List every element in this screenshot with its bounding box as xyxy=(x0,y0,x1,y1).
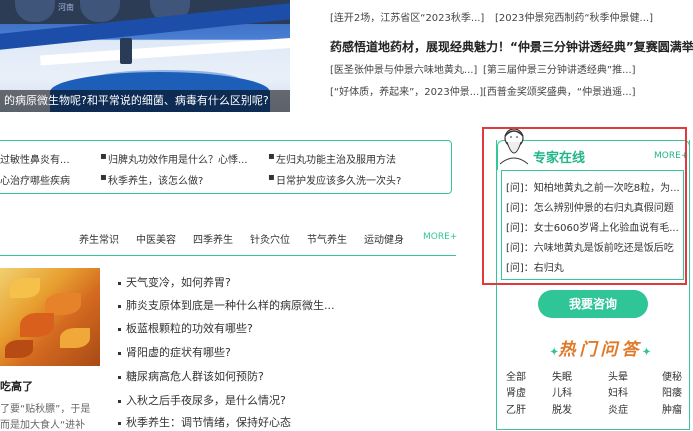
article-title: 肺炎支原体到底是一种什么样的病原微生... xyxy=(126,299,335,312)
article-item[interactable]: 入秋之后手夜尿多，是什么情况? xyxy=(118,392,286,408)
article-title: 入秋之后手夜尿多，是什么情况? xyxy=(126,394,286,407)
consult-button[interactable]: 我要咨询 xyxy=(538,290,648,318)
hot-tag[interactable]: 失眠 xyxy=(552,368,572,383)
related-link[interactable]: 心治疗哪些疾病 xyxy=(0,172,70,187)
news-headline[interactable]: 药感悟道地药材，展现经典魅力！“仲景三分钟讲透经典”复赛圆满举办 xyxy=(330,38,693,55)
article-title: 糖尿病高危人群该如何预防? xyxy=(126,370,264,383)
related-link[interactable]: 秋季养生，该怎么做? xyxy=(108,172,203,187)
feature-title[interactable]: 吃高了 xyxy=(0,378,33,394)
related-link[interactable]: 归脾丸功效作用是什么？心悸... xyxy=(108,151,248,166)
tab-seasonal[interactable]: 四季养生 xyxy=(193,231,233,246)
decor-icon: ✦ xyxy=(642,347,651,358)
bullet-icon xyxy=(118,399,121,403)
tab-acupuncture[interactable]: 针灸穴位 xyxy=(250,231,290,246)
more-link[interactable]: MORE+ xyxy=(423,232,457,242)
bullet-icon xyxy=(118,421,121,425)
highlight-frame xyxy=(482,127,687,285)
article-title: 板蓝根颗粒的功效有哪些? xyxy=(126,322,253,335)
tab-tcm-beauty[interactable]: 中医美容 xyxy=(136,231,176,246)
hero-podium xyxy=(120,38,132,64)
news-link[interactable]: [“好体质，养起来”，2023仲景...] xyxy=(330,83,483,98)
news-link[interactable]: [2023仲景宛西制药“秋季仲景健...] xyxy=(495,9,653,24)
hot-tag[interactable]: 炎症 xyxy=(608,401,628,416)
article-title: 秋季养生：调节情绪，保持好心态 xyxy=(126,416,291,429)
bullet-icon xyxy=(118,304,121,308)
hot-qa-title: ✦热门问答✦ xyxy=(550,335,651,360)
bullet-icon xyxy=(118,327,121,331)
news-link[interactable]: [连开2场，江苏省区“2023秋季...] xyxy=(330,9,484,24)
autumn-leaves-image[interactable] xyxy=(0,268,100,366)
article-title: 天气变冷，如何养胃? xyxy=(126,276,231,289)
article-item[interactable]: 肾阳虚的症状有哪些? xyxy=(118,344,231,360)
bullet-icon: ▪ xyxy=(100,172,107,183)
tab-exercise[interactable]: 运动健身 xyxy=(364,231,404,246)
bullet-icon: ▪ xyxy=(268,151,275,162)
hot-tag[interactable]: 头晕 xyxy=(608,368,628,383)
tab-solar-terms[interactable]: 节气养生 xyxy=(307,231,347,246)
hot-tag[interactable]: 便秘 xyxy=(662,368,682,383)
related-link[interactable]: 日常护发应该多久洗一次头? xyxy=(276,172,401,187)
bullet-icon xyxy=(118,375,121,379)
article-item[interactable]: 肺炎支原体到底是一种什么样的病原微生... xyxy=(118,297,335,313)
hot-tag[interactable]: 儿科 xyxy=(552,384,572,399)
hot-tag[interactable]: 肾虚 xyxy=(506,384,526,399)
tab-health-tips[interactable]: 养生常识 xyxy=(79,231,119,246)
article-item[interactable]: 天气变冷，如何养胃? xyxy=(118,274,231,290)
hot-qa-title-text: 热门问答 xyxy=(558,340,643,360)
hero-sign-text: 河南 xyxy=(58,3,74,12)
news-link[interactable]: [西普金奖颂奖盛典，“仲景逍遥...] xyxy=(483,83,636,98)
news-link[interactable]: [第三届仲景三分钟讲透经典”推...] xyxy=(483,61,636,76)
divider xyxy=(0,255,456,256)
hot-tag[interactable]: 妇科 xyxy=(608,384,628,399)
hot-tag[interactable]: 全部 xyxy=(506,368,526,383)
hero-caption[interactable]: 的病原微生物呢?和平常说的细菌、病毒有什么区别呢? xyxy=(0,90,290,112)
bullet-icon xyxy=(118,351,121,355)
hot-tag[interactable]: 肿瘤 xyxy=(662,401,682,416)
article-item[interactable]: 糖尿病高危人群该如何预防? xyxy=(118,368,264,384)
hot-tag[interactable]: 乙肝 xyxy=(506,401,526,416)
hot-tag[interactable]: 脱发 xyxy=(552,401,572,416)
bullet-icon xyxy=(118,281,121,285)
related-link[interactable]: 过敏性鼻炎有... xyxy=(0,151,70,166)
news-link[interactable]: [医圣张仲景与仲景六味地黄丸...] xyxy=(330,61,477,76)
article-title: 肾阳虚的症状有哪些? xyxy=(126,346,231,359)
hot-tag[interactable]: 阳痿 xyxy=(662,384,682,399)
feature-text: 了要“贴秋膘”，于是 xyxy=(0,404,91,415)
article-item[interactable]: 秋季养生：调节情绪，保持好心态 xyxy=(118,414,291,430)
article-item[interactable]: 板蓝根颗粒的功效有哪些? xyxy=(118,320,253,336)
related-link[interactable]: 左归丸功能主治及服用方法 xyxy=(276,151,396,166)
bullet-icon: ▪ xyxy=(268,172,275,183)
bullet-icon: ▪ xyxy=(100,151,107,162)
